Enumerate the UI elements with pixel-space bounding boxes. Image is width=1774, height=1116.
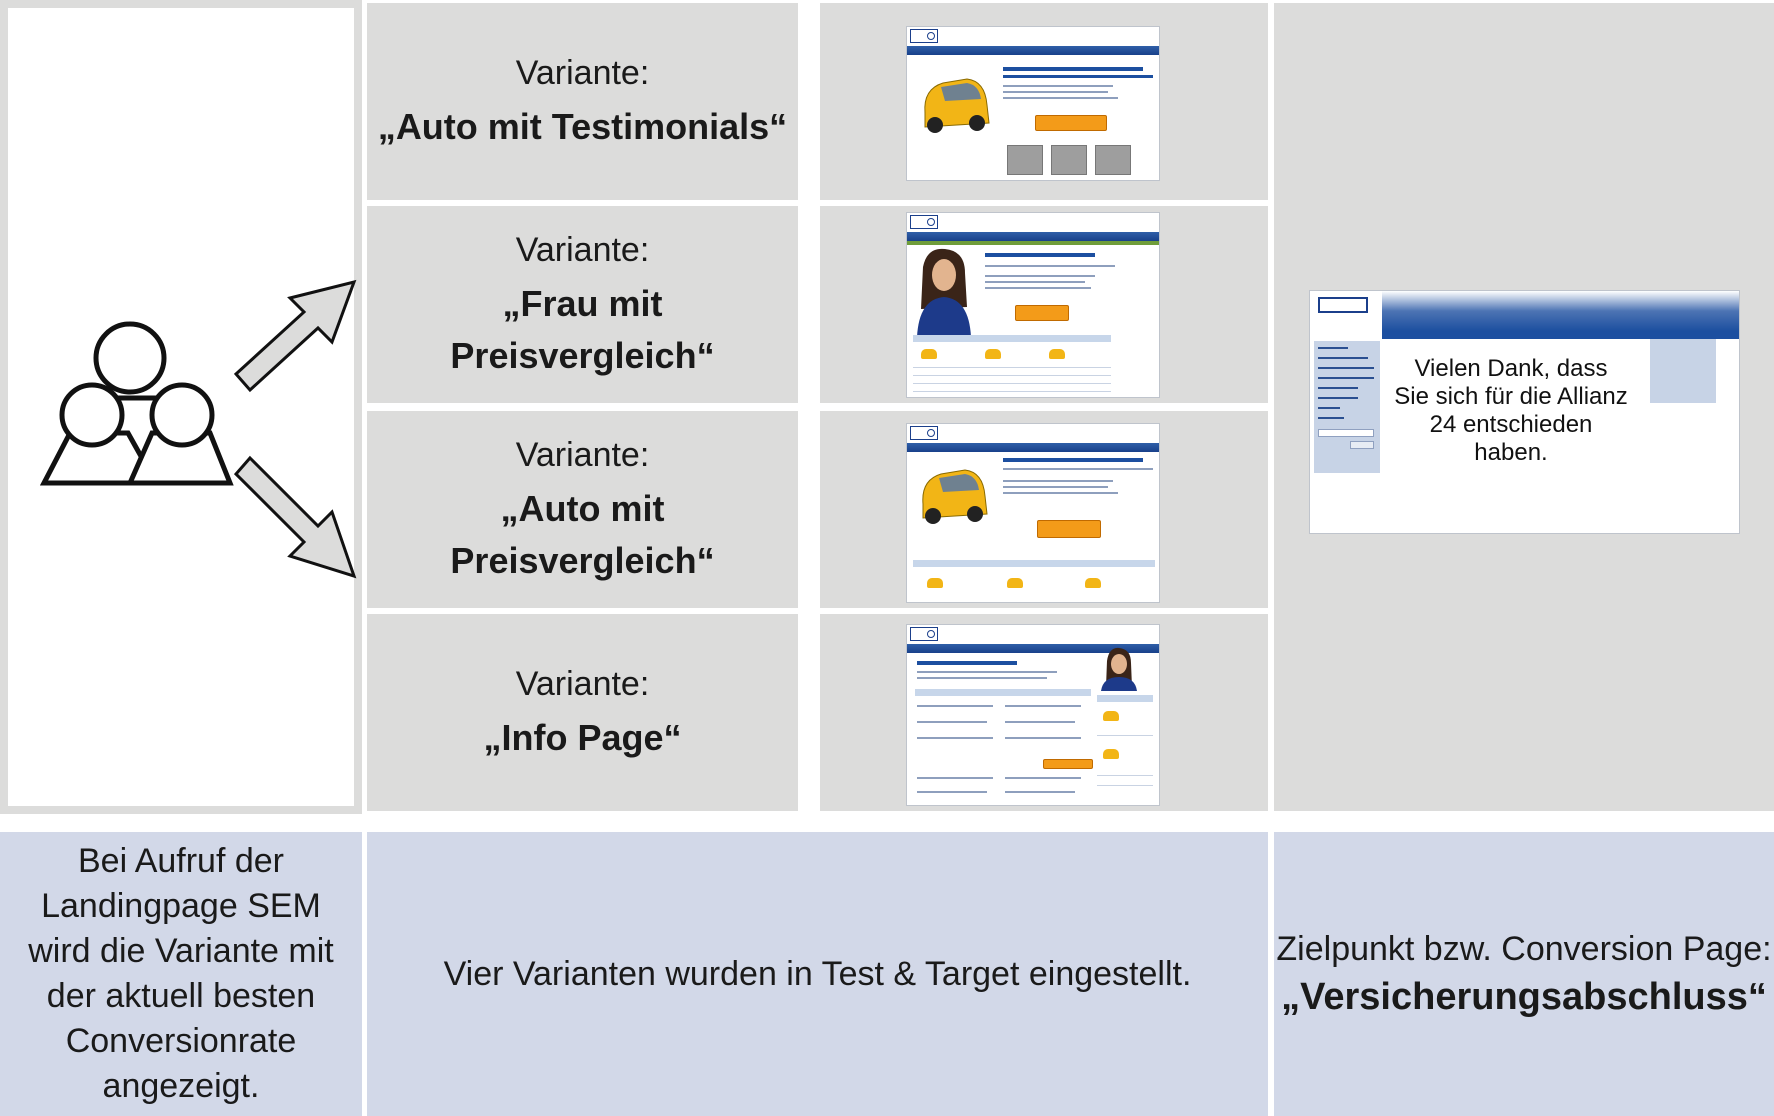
variant-preview-cell — [820, 614, 1268, 811]
bottom-right-caption: Zielpunkt bzw. Conversion Page: „Versich… — [1274, 832, 1774, 1116]
allianz-logo-icon — [910, 426, 938, 440]
bottom-left-caption: Bei Aufruf der Landingpage SEM wird die … — [0, 832, 362, 1116]
bottom-middle-caption: Vier Varianten wurden in Test & Target e… — [367, 832, 1268, 1116]
caption-text: Bei Aufruf der Landingpage SEM wird die … — [28, 842, 334, 1105]
variant-prefix: Variante: — [515, 664, 650, 703]
caption-text: Zielpunkt bzw. Conversion Page: — [1276, 929, 1772, 968]
variant-label-cell: Variante: „Info Page“ — [367, 614, 798, 811]
variant-name: „Info Page“ — [483, 716, 682, 758]
woman-portrait-icon — [1101, 647, 1137, 691]
conversion-page-thumbnail: Vielen Dank, dass Sie sich für die Allia… — [1309, 290, 1740, 534]
allianz-logo-icon — [910, 627, 938, 641]
variant-prefix: Variante: — [515, 230, 650, 269]
variant-label-cell: Variante: „Auto mit Preisvergleich“ — [367, 411, 798, 608]
conversion-message: Vielen Dank, dass Sie sich für die Allia… — [1394, 355, 1628, 466]
arrow-up-right-icon — [233, 279, 357, 393]
landingpage-thumbnail-info-page — [906, 624, 1160, 806]
allianz-logo-icon — [910, 215, 938, 229]
users-group-icon — [40, 321, 234, 486]
allianz-logo-icon — [1318, 297, 1368, 313]
landingpage-thumbnail-auto-preisvergleich — [906, 423, 1160, 603]
variant-name: „Frau mit Preisvergleich“ — [450, 282, 715, 376]
caption-highlight: „Versicherungsabschluss“ — [1281, 975, 1767, 1018]
conversion-cell: Vielen Dank, dass Sie sich für die Allia… — [1274, 3, 1774, 811]
arrow-down-right-icon — [233, 455, 357, 579]
variant-preview-cell — [820, 411, 1268, 608]
landingpage-thumbnail-frau-preisvergleich — [906, 212, 1160, 398]
users-panel — [0, 0, 362, 814]
allianz-logo-icon — [910, 29, 938, 43]
car-icon — [924, 78, 990, 133]
caption-text: Vier Varianten wurden in Test & Target e… — [443, 954, 1192, 993]
variant-label-cell: Variante: „Auto mit Testimonials“ — [367, 3, 798, 200]
variant-preview-cell — [820, 3, 1268, 200]
variant-label-cell: Variante: „Frau mit Preisvergleich“ — [367, 206, 798, 403]
variant-prefix: Variante: — [515, 435, 650, 474]
variant-preview-cell — [820, 206, 1268, 403]
woman-portrait-icon — [917, 248, 971, 337]
car-icon — [922, 469, 988, 524]
variant-prefix: Variante: — [515, 53, 650, 92]
variant-name: „Auto mit Preisvergleich“ — [450, 487, 715, 581]
variant-name: „Auto mit Testimonials“ — [377, 105, 788, 147]
landingpage-thumbnail-auto-testimonials — [906, 26, 1160, 181]
